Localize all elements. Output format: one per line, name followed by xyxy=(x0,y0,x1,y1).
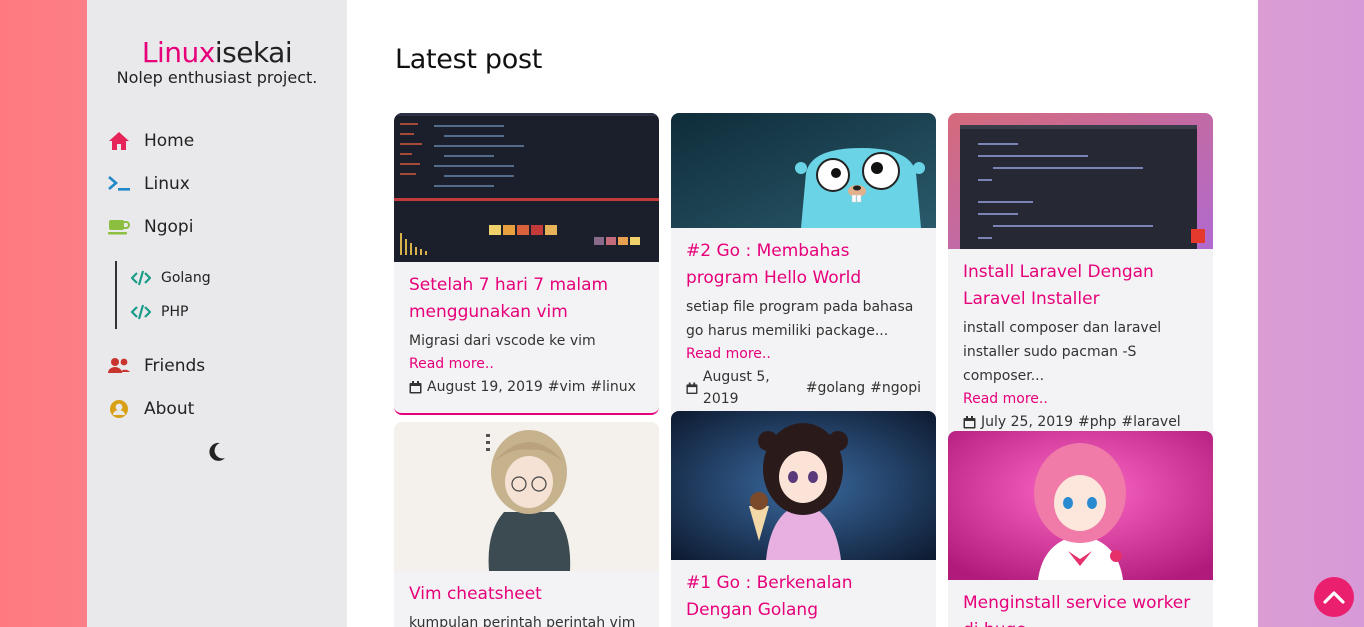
post-card: Install Laravel Dengan Laravel Installer… xyxy=(948,113,1213,450)
post-tag[interactable]: #linux xyxy=(590,376,636,398)
post-thumbnail[interactable] xyxy=(671,411,936,560)
post-thumbnail[interactable] xyxy=(948,431,1213,580)
read-more-link[interactable]: Read more.. xyxy=(686,343,921,366)
post-title[interactable]: Vim cheatsheet xyxy=(409,581,644,608)
nav-item-linux[interactable]: Linux xyxy=(107,170,190,198)
nav-item-home[interactable]: Home xyxy=(107,127,194,155)
post-title[interactable]: Install Laravel Dengan Laravel Installer xyxy=(963,259,1198,313)
post-date: August 19, 2019 xyxy=(427,379,543,395)
post-tag[interactable]: #vim xyxy=(548,376,586,398)
post-thumbnail[interactable] xyxy=(394,422,659,571)
submenu-divider xyxy=(115,261,117,329)
post-card: Setelah 7 hari 7 malam menggunakan vim M… xyxy=(394,113,659,415)
post-title[interactable]: #2 Go : Membahas program Hello World xyxy=(686,238,921,292)
post-card: #2 Go : Membahas program Hello World set… xyxy=(671,113,936,427)
brand-rest: isekai xyxy=(214,36,293,69)
post-title[interactable]: #1 Go : Berkenalan Dengan Golang xyxy=(686,570,921,624)
nav-item-about[interactable]: About xyxy=(107,395,194,423)
code-icon xyxy=(131,302,151,322)
post-excerpt: Migrasi dari vscode ke vim xyxy=(409,333,596,349)
post-thumbnail[interactable] xyxy=(948,113,1213,249)
post-tag[interactable]: #golang xyxy=(806,377,865,399)
nav-item-label: Home xyxy=(144,131,195,151)
post-thumbnail[interactable] xyxy=(394,113,659,262)
post-title[interactable]: Setelah 7 hari 7 malam menggunakan vim xyxy=(409,272,644,326)
code-icon xyxy=(131,268,151,288)
calendar-icon xyxy=(963,415,976,428)
site-brand[interactable]: Linuxisekai xyxy=(87,36,347,69)
post-tag[interactable]: #laravel xyxy=(1121,411,1180,433)
moon-icon[interactable] xyxy=(207,441,227,463)
brand-accent: Linux xyxy=(141,36,215,69)
page-title: Latest post xyxy=(395,44,543,75)
sidebar-item-golang[interactable]: Golang xyxy=(131,266,211,290)
site-tagline: Nolep enthusiast project. xyxy=(116,68,318,87)
nav-item-label: Linux xyxy=(144,174,190,194)
nav-item-label: About xyxy=(144,399,195,419)
post-date: August 5, 2019 xyxy=(702,369,770,407)
terminal-icon xyxy=(107,172,131,196)
post-title[interactable]: Menginstall service worker di hugo xyxy=(963,590,1198,627)
nav-item-label: Friends xyxy=(144,356,206,376)
post-meta: July 25, 2019 #php #laravel xyxy=(963,411,1198,433)
post-meta: August 19, 2019 #vim #linux xyxy=(409,376,644,398)
post-excerpt: kumpulan perintah perintah vim xyxy=(409,615,636,627)
users-icon xyxy=(107,354,131,378)
user-circle-icon xyxy=(107,397,131,421)
sidebar-item-label: PHP xyxy=(161,304,189,320)
sidebar: Linuxisekai Nolep enthusiast project. Ho… xyxy=(87,0,347,627)
nav-item-friends[interactable]: Friends xyxy=(107,352,205,380)
calendar-icon xyxy=(686,382,698,394)
post-excerpt: setiap file program pada bahasa go harus… xyxy=(686,299,914,339)
post-card: Menginstall service worker di hugo xyxy=(948,431,1213,627)
post-date: July 25, 2019 xyxy=(981,414,1073,430)
post-thumbnail[interactable] xyxy=(671,113,936,228)
nav-item-label: Ngopi xyxy=(144,217,194,237)
read-more-link[interactable]: Read more.. xyxy=(409,353,644,376)
main-content: Latest post Setelah 7 hari 7 malam mengg… xyxy=(347,0,1258,627)
home-icon xyxy=(107,129,131,153)
read-more-link[interactable]: Read more.. xyxy=(963,388,1198,411)
scroll-to-top-button[interactable] xyxy=(1314,577,1354,617)
post-card: #1 Go : Berkenalan Dengan Golang xyxy=(671,411,936,627)
calendar-icon xyxy=(409,380,422,393)
post-meta: August 5, 2019 #golang #ngopi xyxy=(686,366,921,410)
coffee-icon xyxy=(107,215,131,239)
post-tag[interactable]: #ngopi xyxy=(870,377,921,399)
post-card: Vim cheatsheet kumpulan perintah perinta… xyxy=(394,422,659,627)
post-tag[interactable]: #php xyxy=(1078,411,1116,433)
sidebar-item-php[interactable]: PHP xyxy=(131,300,188,324)
sidebar-item-label: Golang xyxy=(161,270,211,286)
chevron-up-icon xyxy=(1323,591,1345,604)
nav-item-ngopi[interactable]: Ngopi xyxy=(107,213,193,241)
post-excerpt: install composer dan laravel installer s… xyxy=(963,320,1162,384)
